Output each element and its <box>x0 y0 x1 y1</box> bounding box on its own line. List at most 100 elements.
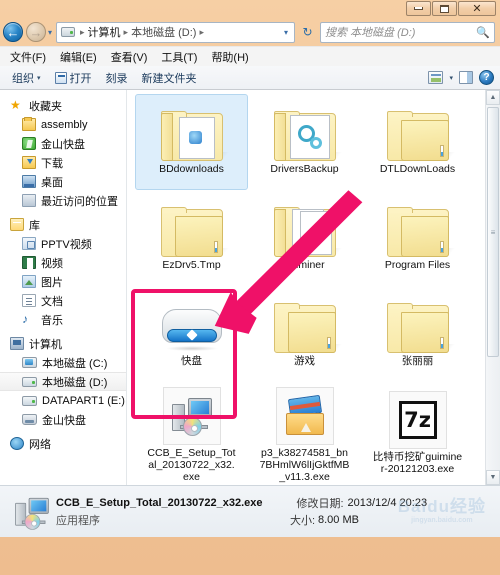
forward-button[interactable]: → <box>26 22 46 42</box>
breadcrumb-dropdown-icon[interactable]: ▾ <box>280 28 292 37</box>
details-pane: CCB_E_Setup_Total_20130722_x32.exe 修改日期:… <box>0 485 500 537</box>
scroll-up-button[interactable]: ▲ <box>486 90 500 105</box>
file-name: BDdownloads <box>159 163 224 175</box>
sidebar-label-computer: 计算机 <box>29 338 62 351</box>
sidebar-item-libraries[interactable]: 库 <box>0 215 126 234</box>
scroll-down-button[interactable]: ▼ <box>486 470 500 485</box>
file-item[interactable]: 游戏 <box>248 286 361 382</box>
search-input[interactable]: 搜索 本地磁盘 (D:) 🔍 <box>320 21 495 43</box>
file-item[interactable]: p3_k38274581_bn7BHmlW6lIjGktfMB_v11.3.ex… <box>248 382 361 483</box>
file-item[interactable]: 张丽丽 <box>361 286 474 382</box>
scrollbar-thumb[interactable]: ≡ <box>487 107 499 357</box>
file-item[interactable]: 快盘 <box>135 286 248 382</box>
installer-icon <box>162 387 221 445</box>
menu-item-view[interactable]: 查看(V) <box>111 49 148 65</box>
downloads-icon <box>22 156 36 169</box>
file-name: Program Files <box>384 259 451 271</box>
file-name: DriversBackup <box>270 163 339 175</box>
details-file-kind: 应用程序 <box>56 515 100 527</box>
breadcrumb-separator-0: ▸ <box>80 26 85 37</box>
drive-icon <box>22 395 37 406</box>
burn-button[interactable]: 刻录 <box>106 70 128 86</box>
file-item[interactable]: guiminer <box>248 190 361 286</box>
file-item[interactable]: EzDrv5.Tmp <box>135 190 248 286</box>
preview-pane-icon[interactable] <box>459 71 473 84</box>
sidebar-item-kuaipan[interactable]: 金山快盘 <box>0 410 126 429</box>
menu-item-edit[interactable]: 编辑(E) <box>60 49 97 65</box>
sidebar-item-kingsoft[interactable]: 金山快盘 <box>0 134 126 153</box>
chevron-up-icon: ▲ <box>489 94 497 101</box>
maximize-button[interactable] <box>432 1 457 16</box>
sidebar-item-pptv[interactable]: PPTV视频 <box>0 234 126 253</box>
sidebar-item-videos[interactable]: 视频 <box>0 253 126 272</box>
back-button[interactable]: ← <box>3 22 23 42</box>
file-name: p3_k38274581_bn7BHmlW6lIjGktfMB_v11.3.ex… <box>259 447 350 483</box>
window-controls: ✕ <box>406 1 496 16</box>
breadcrumb-item-computer[interactable]: 计算机 <box>88 24 121 40</box>
documents-icon <box>22 294 36 307</box>
kuaipan-drive-icon <box>22 414 37 425</box>
sidebar-item-recent-places[interactable]: 最近访问的位置 <box>0 191 126 210</box>
sidebar-item-pictures[interactable]: 图片 <box>0 272 126 291</box>
sidebar-item-network[interactable]: 网络 <box>0 434 126 453</box>
sidebar-label-music: 音乐 <box>41 314 63 327</box>
explorer-window: ✕ ← → ▾ ▸ 计算机 ▸ 本地磁盘 (D:) ▸ ▾ ↻ 搜索 本地磁盘 … <box>0 0 500 575</box>
menu-item-file[interactable]: 文件(F) <box>10 49 46 65</box>
menu-item-tools[interactable]: 工具(T) <box>161 49 197 65</box>
details-info: CCB_E_Setup_Total_20130722_x32.exe 修改日期:… <box>56 495 494 529</box>
menu-item-help[interactable]: 帮助(H) <box>211 49 248 65</box>
library-icon <box>10 218 24 231</box>
desktop-icon <box>22 175 36 188</box>
vertical-scrollbar[interactable]: ▲ ≡ ▼ <box>485 90 500 485</box>
navigation-pane: ★ 收藏夹 assembly 金山快盘 下载 桌面 最近访问的位置 库 PPTV… <box>0 90 127 485</box>
sidebar-item-music[interactable]: ♪ 音乐 <box>0 310 126 329</box>
file-item[interactable]: Program Files <box>361 190 474 286</box>
file-name: EzDrv5.Tmp <box>162 259 221 271</box>
close-button[interactable]: ✕ <box>458 1 496 16</box>
folder-icon <box>273 195 343 257</box>
sidebar-item-desktop[interactable]: 桌面 <box>0 172 126 191</box>
drive-icon <box>61 27 76 37</box>
breadcrumb-item-drive[interactable]: 本地磁盘 (D:) <box>131 24 196 40</box>
new-folder-button[interactable]: 新建文件夹 <box>142 70 197 86</box>
history-dropdown-button[interactable]: ▾ <box>48 28 52 37</box>
help-icon[interactable]: ? <box>479 70 494 85</box>
file-name: guiminer <box>284 259 325 271</box>
file-name: 快盘 <box>181 355 202 367</box>
sidebar-item-drive-e[interactable]: DATAPART1 (E:) <box>0 391 126 410</box>
sevenzip-icon: 7z <box>388 387 447 449</box>
sidebar-item-downloads[interactable]: 下载 <box>0 153 126 172</box>
file-name: 张丽丽 <box>401 355 434 367</box>
open-button[interactable]: 打开 <box>54 70 92 86</box>
address-bar: ← → ▾ ▸ 计算机 ▸ 本地磁盘 (D:) ▸ ▾ ↻ 搜索 本地磁盘 (D… <box>0 18 500 46</box>
network-icon <box>10 437 24 450</box>
nav-group-favorites: ★ 收藏夹 assembly 金山快盘 下载 桌面 最近访问的位置 <box>0 96 126 210</box>
sidebar-item-assembly[interactable]: assembly <box>0 115 126 134</box>
file-item[interactable]: DriversBackup <box>248 94 361 190</box>
file-item[interactable]: CCB_E_Setup_Total_20130722_x32.exe <box>135 382 248 483</box>
sidebar-item-computer[interactable]: 计算机 <box>0 334 126 353</box>
file-list-pane[interactable]: BDdownloads DriversBackup DTLDownLoads E… <box>127 90 500 485</box>
file-item[interactable]: BDdownloads <box>135 94 248 190</box>
sidebar-label-kingsoft: 金山快盘 <box>41 138 85 151</box>
view-chevron-down-icon[interactable]: ▾ <box>449 74 453 82</box>
change-view-icon[interactable] <box>428 71 444 84</box>
sidebar-item-drive-c[interactable]: 本地磁盘 (C:) <box>0 353 126 372</box>
sidebar-item-drive-d[interactable]: 本地磁盘 (D:) <box>0 372 126 391</box>
toolbar-right-group: ▾ ? <box>428 70 494 85</box>
organize-button[interactable]: 组织 ▾ <box>12 70 41 86</box>
folder-icon <box>273 291 343 353</box>
sidebar-label-downloads: 下载 <box>41 157 63 170</box>
minimize-button[interactable] <box>406 1 431 16</box>
sidebar-item-documents[interactable]: 文档 <box>0 291 126 310</box>
refresh-button[interactable]: ↻ <box>298 22 317 43</box>
music-icon: ♪ <box>22 312 28 326</box>
sidebar-label-pptv: PPTV视频 <box>41 238 92 251</box>
file-item[interactable]: DTLDownLoads <box>361 94 474 190</box>
breadcrumb-separator-2: ▸ <box>199 26 204 37</box>
sidebar-item-favorites[interactable]: ★ 收藏夹 <box>0 96 126 115</box>
file-item[interactable]: 7z 比特币挖矿guiminer-20121203.exe <box>361 382 474 478</box>
package-icon <box>275 387 334 445</box>
star-icon: ★ <box>10 98 21 112</box>
breadcrumb[interactable]: ▸ 计算机 ▸ 本地磁盘 (D:) ▸ ▾ <box>56 21 295 43</box>
